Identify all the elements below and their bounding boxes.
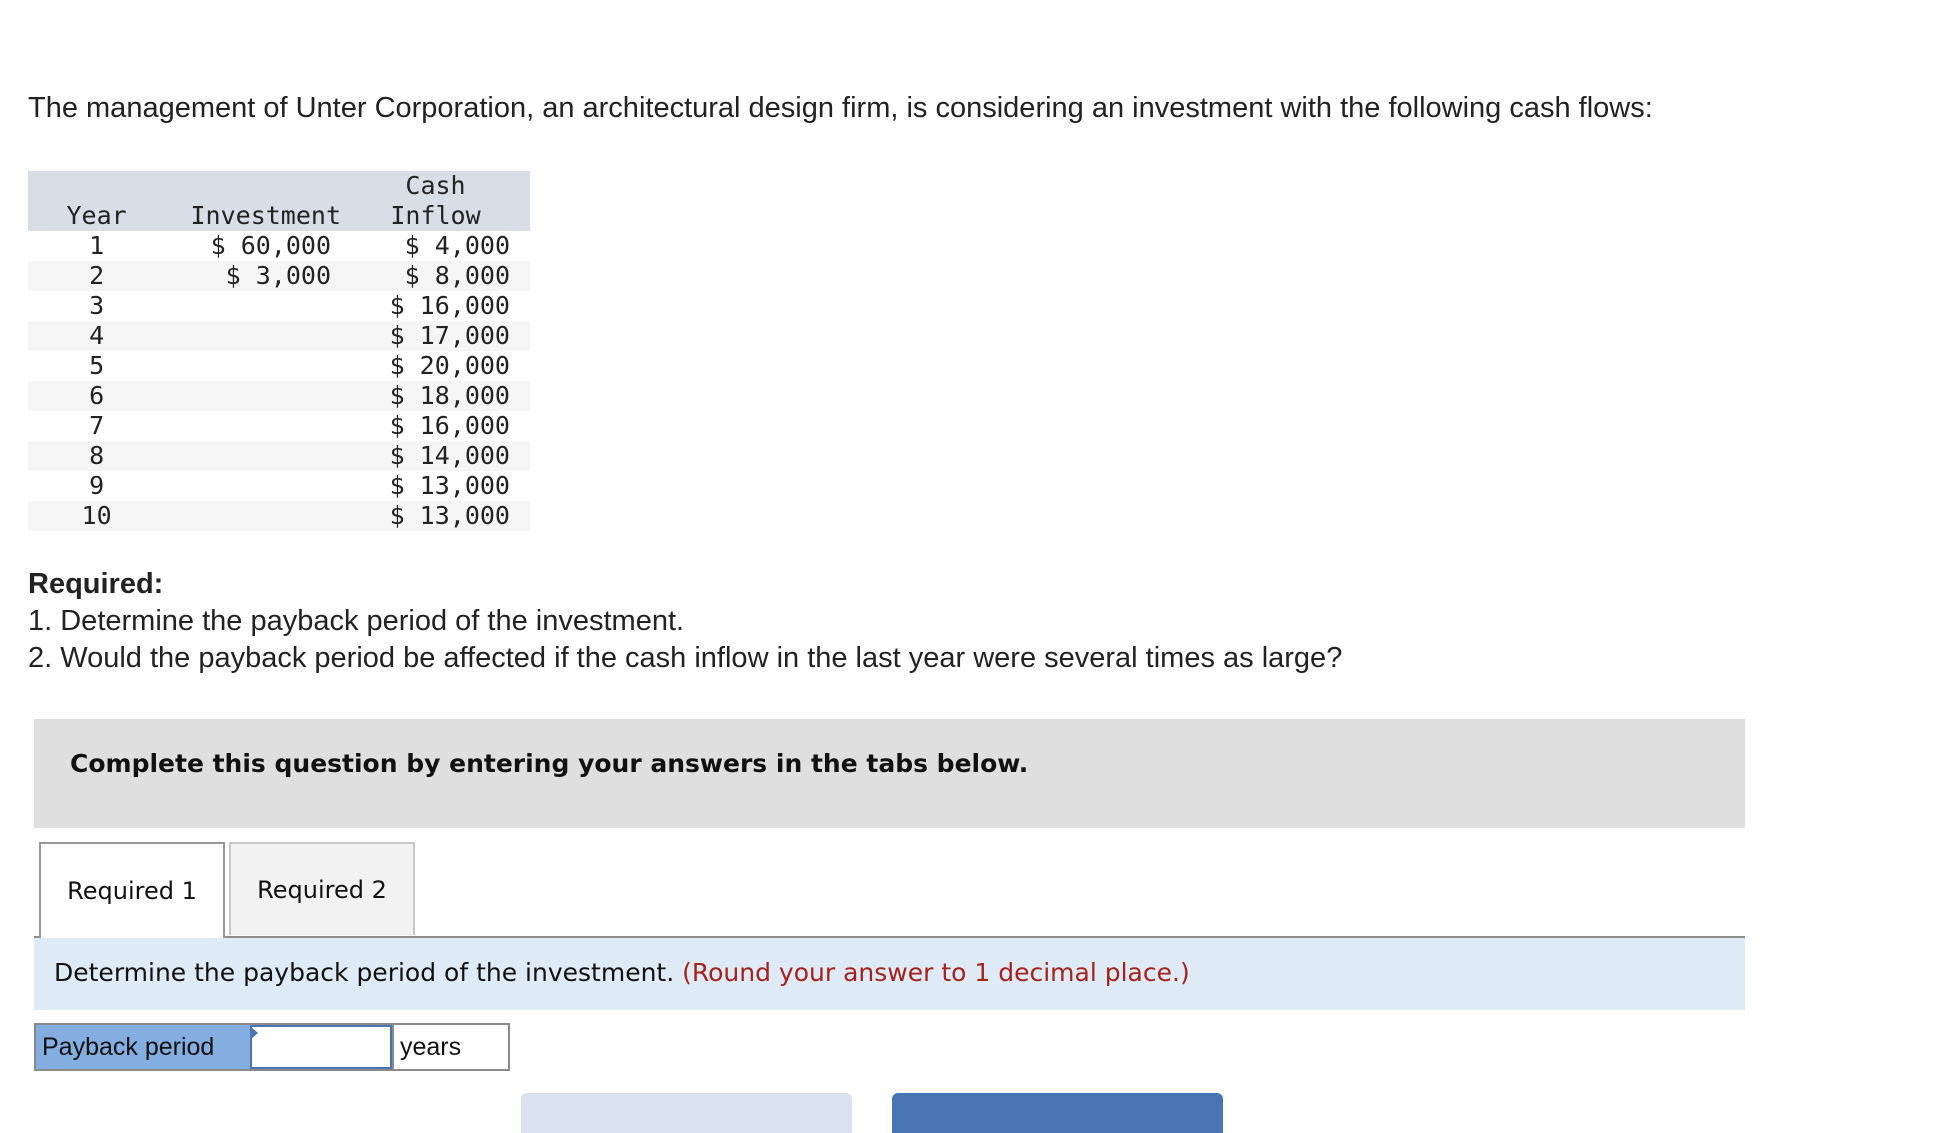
- tab-required-2-label: Required 2: [257, 875, 387, 904]
- header-investment: Investment: [165, 171, 342, 231]
- instruction-box: Complete this question by entering your …: [34, 719, 1745, 828]
- cell-year: 9: [89, 471, 105, 500]
- table-row: 9 $ 13,000: [28, 471, 530, 501]
- cash-flow-table: Year Investment Cash Inflow 1 $ 60,000 $…: [28, 171, 530, 531]
- cell-cash-inflow: $ 17,000: [389, 321, 510, 350]
- cell-year: 10: [81, 501, 112, 530]
- tab-required-2[interactable]: Required 2: [229, 842, 415, 935]
- cell-year: 6: [89, 381, 105, 410]
- cell-investment: [165, 441, 341, 471]
- payback-period-label: Payback period: [36, 1025, 250, 1069]
- input-marker-icon: [250, 1026, 258, 1040]
- required-title: Required:: [28, 568, 164, 600]
- payback-period-input-wrap: [250, 1025, 392, 1069]
- cell-year: 2: [89, 261, 105, 290]
- table-row: 10 $ 13,000: [28, 501, 530, 531]
- tab-required-1-label: Required 1: [67, 877, 197, 905]
- cell-investment: [165, 501, 341, 531]
- previous-button[interactable]: [521, 1093, 852, 1133]
- cell-year: 3: [89, 291, 105, 320]
- required-section: Required: 1. Determine the payback perio…: [28, 566, 1342, 677]
- question-hint: (Round your answer to 1 decimal place.): [682, 958, 1190, 987]
- cell-investment: [165, 471, 341, 501]
- cell-cash-inflow: $ 20,000: [389, 351, 510, 380]
- cell-investment: [165, 321, 341, 351]
- cell-year: 7: [89, 411, 105, 440]
- cell-cash-inflow: $ 13,000: [389, 471, 510, 500]
- intro-text: The management of Unter Corporation, an …: [28, 92, 1653, 124]
- cell-cash-inflow: $ 14,000: [389, 441, 510, 470]
- table-row: 3 $ 16,000: [28, 291, 530, 321]
- cell-investment: [165, 411, 341, 441]
- header-year: Year: [66, 201, 127, 230]
- cell-investment: [165, 291, 341, 321]
- question-bar: Determine the payback period of the inve…: [34, 938, 1745, 1010]
- table-header-row: Year Investment Cash Inflow: [28, 171, 530, 231]
- header-investment-label: Investment: [190, 201, 342, 230]
- next-button[interactable]: [892, 1093, 1223, 1133]
- cell-investment: [165, 381, 341, 411]
- payback-period-unit: years: [392, 1025, 508, 1069]
- table-row: 6 $ 18,000: [28, 381, 530, 411]
- payback-period-input[interactable]: [250, 1025, 392, 1069]
- header-cash-line2: Inflow: [390, 201, 481, 230]
- cell-cash-inflow: $ 4,000: [404, 231, 510, 260]
- header-cash-inflow: Cash Inflow: [341, 171, 530, 231]
- cell-year: 8: [89, 441, 105, 470]
- cell-investment: $ 3,000: [225, 261, 332, 290]
- cell-year: 4: [89, 321, 105, 350]
- cell-cash-inflow: $ 16,000: [389, 411, 510, 440]
- cell-investment: [165, 351, 341, 381]
- table-row: 1 $ 60,000 $ 4,000: [28, 231, 530, 261]
- tab-bar: Required 1 Required 2: [34, 842, 1745, 938]
- cell-cash-inflow: $ 16,000: [389, 291, 510, 320]
- required-item-1: 1. Determine the payback period of the i…: [28, 605, 685, 637]
- cell-cash-inflow: $ 8,000: [404, 261, 510, 290]
- table-row: 2 $ 3,000 $ 8,000: [28, 261, 530, 291]
- table-row: 8 $ 14,000: [28, 441, 530, 471]
- cell-cash-inflow: $ 18,000: [389, 381, 510, 410]
- instruction-text: Complete this question by entering your …: [70, 749, 1029, 778]
- table-row: 5 $ 20,000: [28, 351, 530, 381]
- cell-year: 1: [89, 231, 105, 260]
- table-row: 4 $ 17,000: [28, 321, 530, 351]
- question-text: Determine the payback period of the inve…: [54, 958, 1190, 987]
- cell-cash-inflow: $ 13,000: [389, 501, 510, 530]
- answer-row: Payback period years: [34, 1023, 510, 1071]
- cell-year: 5: [89, 351, 105, 380]
- tab-required-1[interactable]: Required 1: [39, 842, 225, 938]
- table-row: 7 $ 16,000: [28, 411, 530, 441]
- required-item-2: 2. Would the payback period be affected …: [28, 642, 1343, 674]
- header-cash-line1: Cash: [405, 171, 466, 200]
- cell-investment: $ 60,000: [210, 231, 332, 260]
- question-main: Determine the payback period of the inve…: [54, 958, 675, 987]
